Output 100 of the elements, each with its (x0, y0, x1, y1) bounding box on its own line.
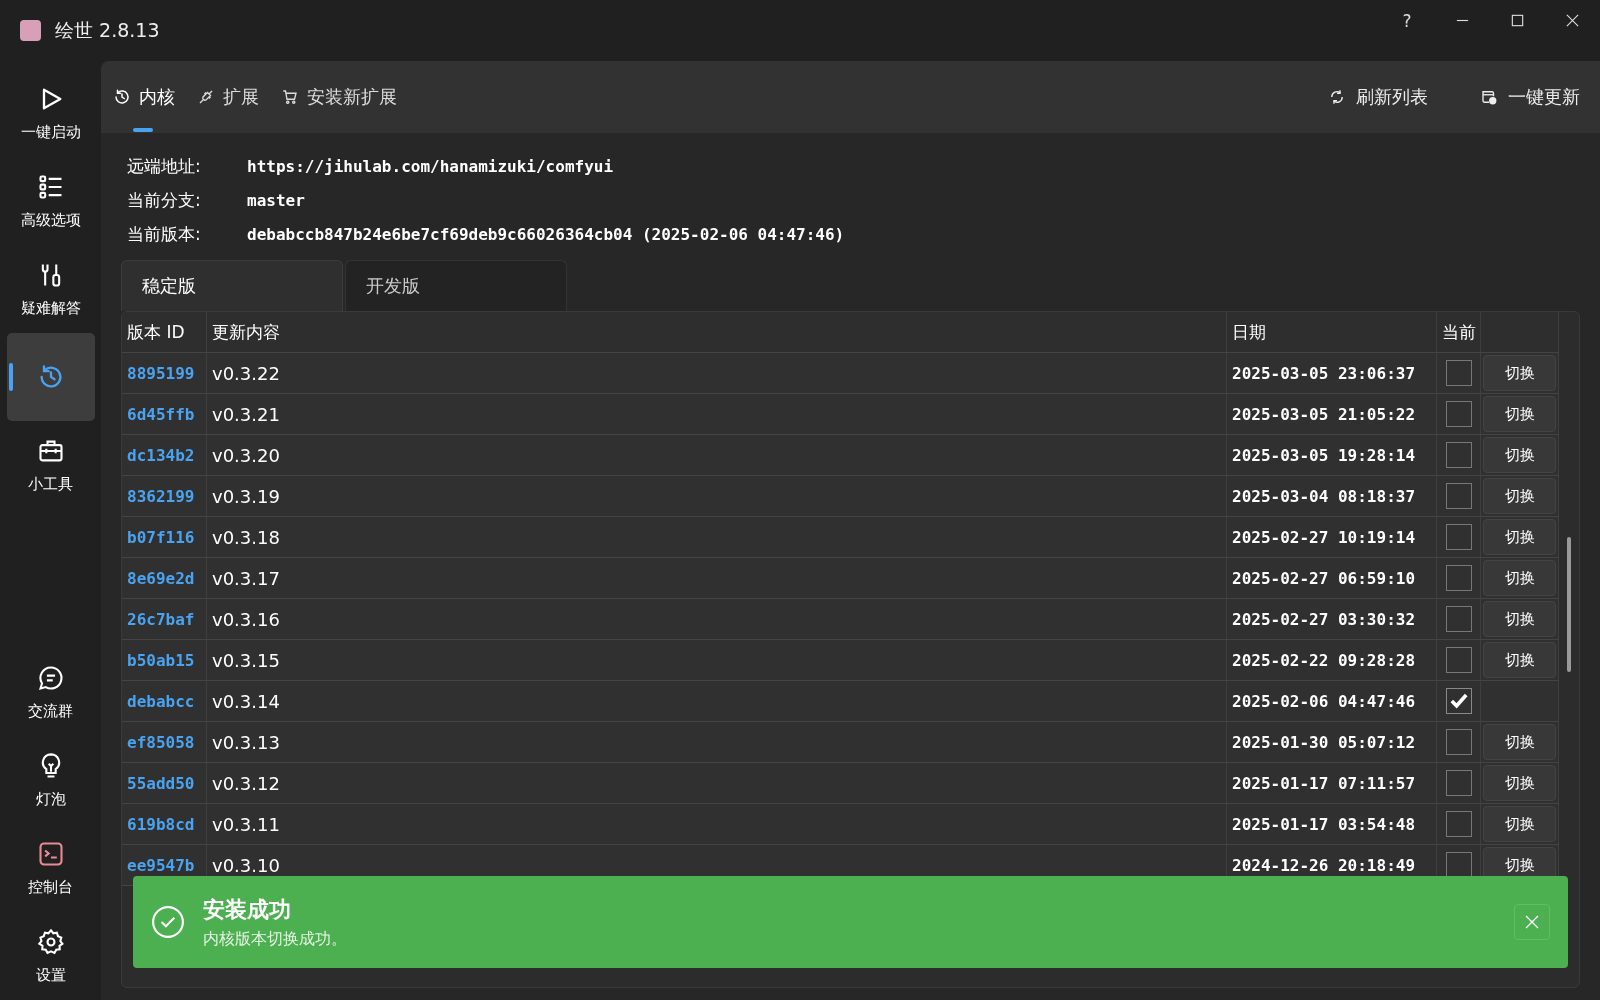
sidebar-item[interactable]: 灯泡 (6, 736, 95, 824)
table-cell: v0.3.13 (207, 722, 1227, 762)
table-cell: v0.3.16 (207, 599, 1227, 639)
update-icon (1480, 88, 1498, 106)
table-cell: v0.3.18 (207, 517, 1227, 557)
toast-title: 安装成功 (203, 895, 292, 924)
close-button[interactable] (1514, 904, 1550, 940)
list-icon (36, 172, 65, 201)
table-cell: 2025-02-22 09:28:28 (1227, 640, 1437, 680)
info-label: 远端地址: (127, 155, 202, 178)
refresh-icon (1328, 88, 1346, 106)
table-cell: v0.3.19 (207, 476, 1227, 516)
close-icon (1524, 914, 1540, 930)
checkbox[interactable] (1445, 647, 1472, 673)
history-icon (113, 88, 131, 106)
switch-button[interactable]: 切换 (1483, 396, 1556, 432)
table-cell: v0.3.14 (207, 681, 1227, 721)
tab[interactable]: 安装新扩展 (281, 76, 397, 132)
checkbox[interactable] (1445, 688, 1472, 714)
tab[interactable]: 扩展 (197, 76, 259, 132)
checkbox[interactable] (1445, 524, 1472, 550)
sidebar-item[interactable]: 设置 (6, 912, 95, 1000)
table-cell: 2025-03-05 21:05:22 (1227, 394, 1437, 434)
table-cell: 2025-01-17 03:54:48 (1227, 804, 1437, 844)
switch-button[interactable]: 切换 (1483, 560, 1556, 596)
version-id-link[interactable]: 619b8cd (122, 804, 207, 844)
switch-button[interactable]: 切换 (1483, 724, 1556, 760)
console-icon (36, 839, 65, 868)
version-id-link[interactable]: debabcc (122, 681, 207, 721)
check-circle-icon (151, 905, 185, 939)
version-id-link[interactable]: ef85058 (122, 722, 207, 762)
plug-icon (197, 88, 215, 106)
channel-tab[interactable]: 稳定版 (121, 260, 343, 311)
table-cell: v0.3.11 (207, 804, 1227, 844)
table-cell: v0.3.22 (207, 353, 1227, 393)
switch-button[interactable]: 切换 (1483, 478, 1556, 514)
checkbox[interactable] (1445, 729, 1472, 755)
refresh-button[interactable]: 刷新列表 (1322, 84, 1434, 110)
version-id-link[interactable]: 55add50 (122, 763, 207, 803)
info-value: https://jihulab.com/hanamizuki/comfyui (247, 157, 614, 176)
switch-button[interactable]: 切换 (1483, 355, 1556, 391)
sidebar-item[interactable]: 高级选项 (6, 157, 95, 245)
chat-icon (36, 663, 65, 692)
version-id-link[interactable]: 8895199 (122, 353, 207, 393)
info-value: debabccb847b24e6be7cf69deb9c66026364cb04 (2025-02-06 04:47:46) (247, 225, 845, 244)
version-id-link[interactable]: dc134b2 (122, 435, 207, 475)
table-cell: v0.3.17 (207, 558, 1227, 598)
channel-tab[interactable]: 开发版 (345, 260, 567, 311)
version-id-link[interactable]: b50ab15 (122, 640, 207, 680)
version-id-link[interactable]: 6d45ffb (122, 394, 207, 434)
app-logo-placeholder (20, 20, 41, 41)
info-label: 当前分支: (127, 189, 202, 212)
sidebar-item[interactable]: 小工具 (6, 421, 95, 509)
column-header: 更新内容 (207, 312, 1227, 352)
switch-button[interactable]: 切换 (1483, 765, 1556, 801)
update-button[interactable]: 一键更新 (1474, 84, 1586, 110)
table-cell: 2025-03-05 19:28:14 (1227, 435, 1437, 475)
column-header: 日期 (1227, 312, 1437, 352)
table-cell: v0.3.12 (207, 763, 1227, 803)
table-cell: v0.3.15 (207, 640, 1227, 680)
table-cell: 2025-03-05 23:06:37 (1227, 353, 1437, 393)
switch-button[interactable]: 切换 (1483, 519, 1556, 555)
sidebar-item[interactable]: 疑难解答 (6, 245, 95, 333)
checkbox[interactable] (1445, 770, 1472, 796)
table-cell: 2025-02-27 06:59:10 (1227, 558, 1437, 598)
table-cell: 2025-02-27 10:19:14 (1227, 517, 1437, 557)
checkbox[interactable] (1445, 442, 1472, 468)
table-cell: 2025-01-17 07:11:57 (1227, 763, 1437, 803)
table-cell: v0.3.20 (207, 435, 1227, 475)
help-button[interactable]: ? (1379, 9, 1435, 32)
checkbox[interactable] (1445, 565, 1472, 591)
checkbox[interactable] (1445, 483, 1472, 509)
info-label: 当前版本: (127, 223, 202, 246)
table-cell: 2025-02-06 04:47:46 (1227, 681, 1437, 721)
sidebar-item[interactable] (6, 333, 95, 421)
checkbox[interactable] (1445, 811, 1472, 837)
window-title: 绘世 2.8.13 (55, 17, 160, 43)
version-id-link[interactable]: 8e69e2d (122, 558, 207, 598)
switch-button[interactable]: 切换 (1483, 437, 1556, 473)
sidebar-item[interactable]: 交流群 (6, 648, 95, 736)
switch-button[interactable]: 切换 (1483, 601, 1556, 637)
toast-message: 内核版本切换成功。 (203, 928, 348, 950)
checkbox[interactable] (1445, 360, 1472, 386)
sidebar-item[interactable]: 控制台 (6, 824, 95, 912)
version-id-link[interactable]: 26c7baf (122, 599, 207, 639)
tab[interactable]: 内核 (113, 76, 175, 132)
version-id-link[interactable]: b07f116 (122, 517, 207, 557)
sidebar-item[interactable]: 一键启动 (6, 69, 95, 157)
table-cell: 2025-01-30 05:07:12 (1227, 722, 1437, 762)
table-cell: v0.3.21 (207, 394, 1227, 434)
info-value: master (247, 191, 305, 210)
checkbox[interactable] (1445, 401, 1472, 427)
table-cell: 2025-02-27 03:30:32 (1227, 599, 1437, 639)
version-id-link[interactable]: 8362199 (122, 476, 207, 516)
column-header: 当前 (1437, 312, 1481, 352)
column-header: 版本 ID (122, 312, 207, 352)
scrollbar-thumb[interactable] (1567, 537, 1571, 672)
switch-button[interactable]: 切换 (1483, 642, 1556, 678)
checkbox[interactable] (1445, 606, 1472, 632)
switch-button[interactable]: 切换 (1483, 806, 1556, 842)
